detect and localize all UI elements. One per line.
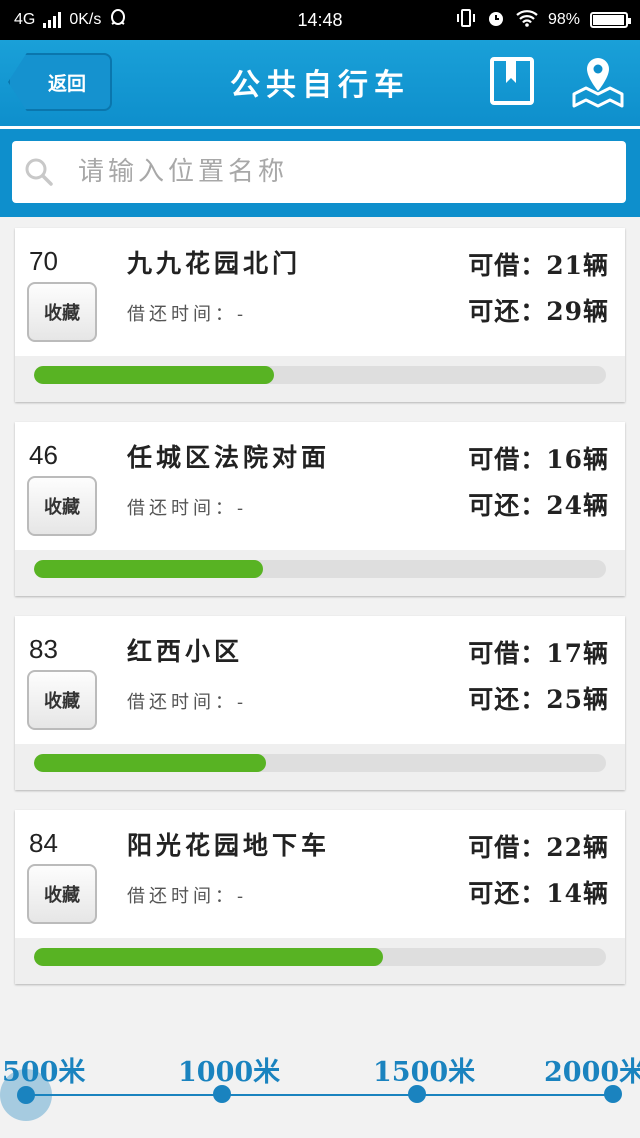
distance-slider-thumb[interactable]	[0, 1069, 52, 1121]
progress-area	[15, 744, 625, 790]
network-speed: 0K/s	[69, 11, 102, 28]
availability-fill	[34, 560, 263, 578]
service-time: 借还时间：-	[127, 304, 248, 325]
available-bikes: 可借：17辆	[468, 639, 609, 668]
page-title: 公共自行车	[230, 68, 410, 103]
distance-labels: 500米 1000米 1500米 2000米	[0, 1050, 640, 1090]
progress-area	[15, 550, 625, 596]
station-number: 70	[29, 246, 58, 276]
available-docks: 可还：14辆	[468, 879, 609, 908]
available-bikes: 可借：16辆	[468, 445, 609, 474]
station-number: 83	[29, 634, 58, 664]
availability-bar	[34, 754, 606, 772]
progress-area	[15, 356, 625, 402]
availability-fill	[34, 366, 275, 384]
favorite-button[interactable]: 收藏	[27, 864, 97, 924]
distance-option-2000[interactable]: 2000米	[544, 1050, 640, 1089]
availability-bar	[34, 366, 606, 384]
progress-area	[15, 938, 625, 984]
station-card[interactable]: 84 收藏 阳光花园地下车 借还时间：- 可借：22辆 可还：14辆	[15, 810, 625, 984]
search-icon	[24, 157, 54, 187]
station-name: 九九花园北门	[127, 249, 302, 278]
vibrate-icon	[456, 8, 476, 32]
qq-icon	[109, 8, 127, 32]
app-header: 返回 公共自行车	[0, 40, 640, 126]
slider-stop[interactable]	[408, 1085, 426, 1103]
station-card[interactable]: 83 收藏 红西小区 借还时间：- 可借：17辆 可还：25辆	[15, 616, 625, 790]
station-name: 任城区法院对面	[127, 443, 331, 472]
distance-option-1000[interactable]: 1000米	[178, 1050, 280, 1089]
search-box[interactable]	[12, 141, 626, 203]
availability-bar	[34, 948, 606, 966]
favorite-button[interactable]: 收藏	[27, 476, 97, 536]
battery-percent: 98%	[547, 11, 580, 28]
available-docks: 可还：24辆	[468, 491, 609, 520]
network-type: 4G	[14, 11, 36, 28]
favorite-button[interactable]: 收藏	[27, 282, 97, 342]
signal-icon	[43, 12, 62, 28]
available-docks: 可还：25辆	[468, 685, 609, 714]
service-time: 借还时间：-	[127, 886, 248, 907]
status-bar: 4G 0K/s 14:48 98%	[0, 0, 640, 40]
station-number: 84	[29, 828, 58, 858]
station-card[interactable]: 70 收藏 九九花园北门 借还时间：- 可借：21辆 可还：29辆	[15, 228, 625, 402]
available-bikes: 可借：22辆	[468, 833, 609, 862]
available-docks: 可还：29辆	[468, 297, 609, 326]
bookmark-icon[interactable]	[490, 57, 534, 105]
station-number: 46	[29, 440, 58, 470]
map-pin-icon[interactable]	[570, 54, 626, 110]
slider-stop[interactable]	[213, 1085, 231, 1103]
station-card[interactable]: 46 收藏 任城区法院对面 借还时间：- 可借：16辆 可还：24辆	[15, 422, 625, 596]
service-time: 借还时间：-	[127, 498, 248, 519]
alarm-icon	[486, 8, 506, 33]
availability-bar	[34, 560, 606, 578]
slider-stop[interactable]	[604, 1085, 622, 1103]
search-area	[0, 129, 640, 217]
battery-icon	[590, 12, 631, 28]
service-time: 借还时间：-	[127, 692, 248, 713]
distance-option-1500[interactable]: 1500米	[373, 1050, 475, 1089]
available-bikes: 可借：21辆	[468, 251, 609, 280]
availability-fill	[34, 948, 383, 966]
search-input[interactable]	[76, 156, 560, 188]
station-name: 阳光花园地下车	[127, 831, 331, 860]
availability-fill	[34, 754, 266, 772]
favorite-button[interactable]: 收藏	[27, 670, 97, 730]
distance-slider-track[interactable]	[26, 1094, 614, 1096]
station-name: 红西小区	[127, 637, 244, 666]
wifi-icon	[516, 9, 538, 32]
